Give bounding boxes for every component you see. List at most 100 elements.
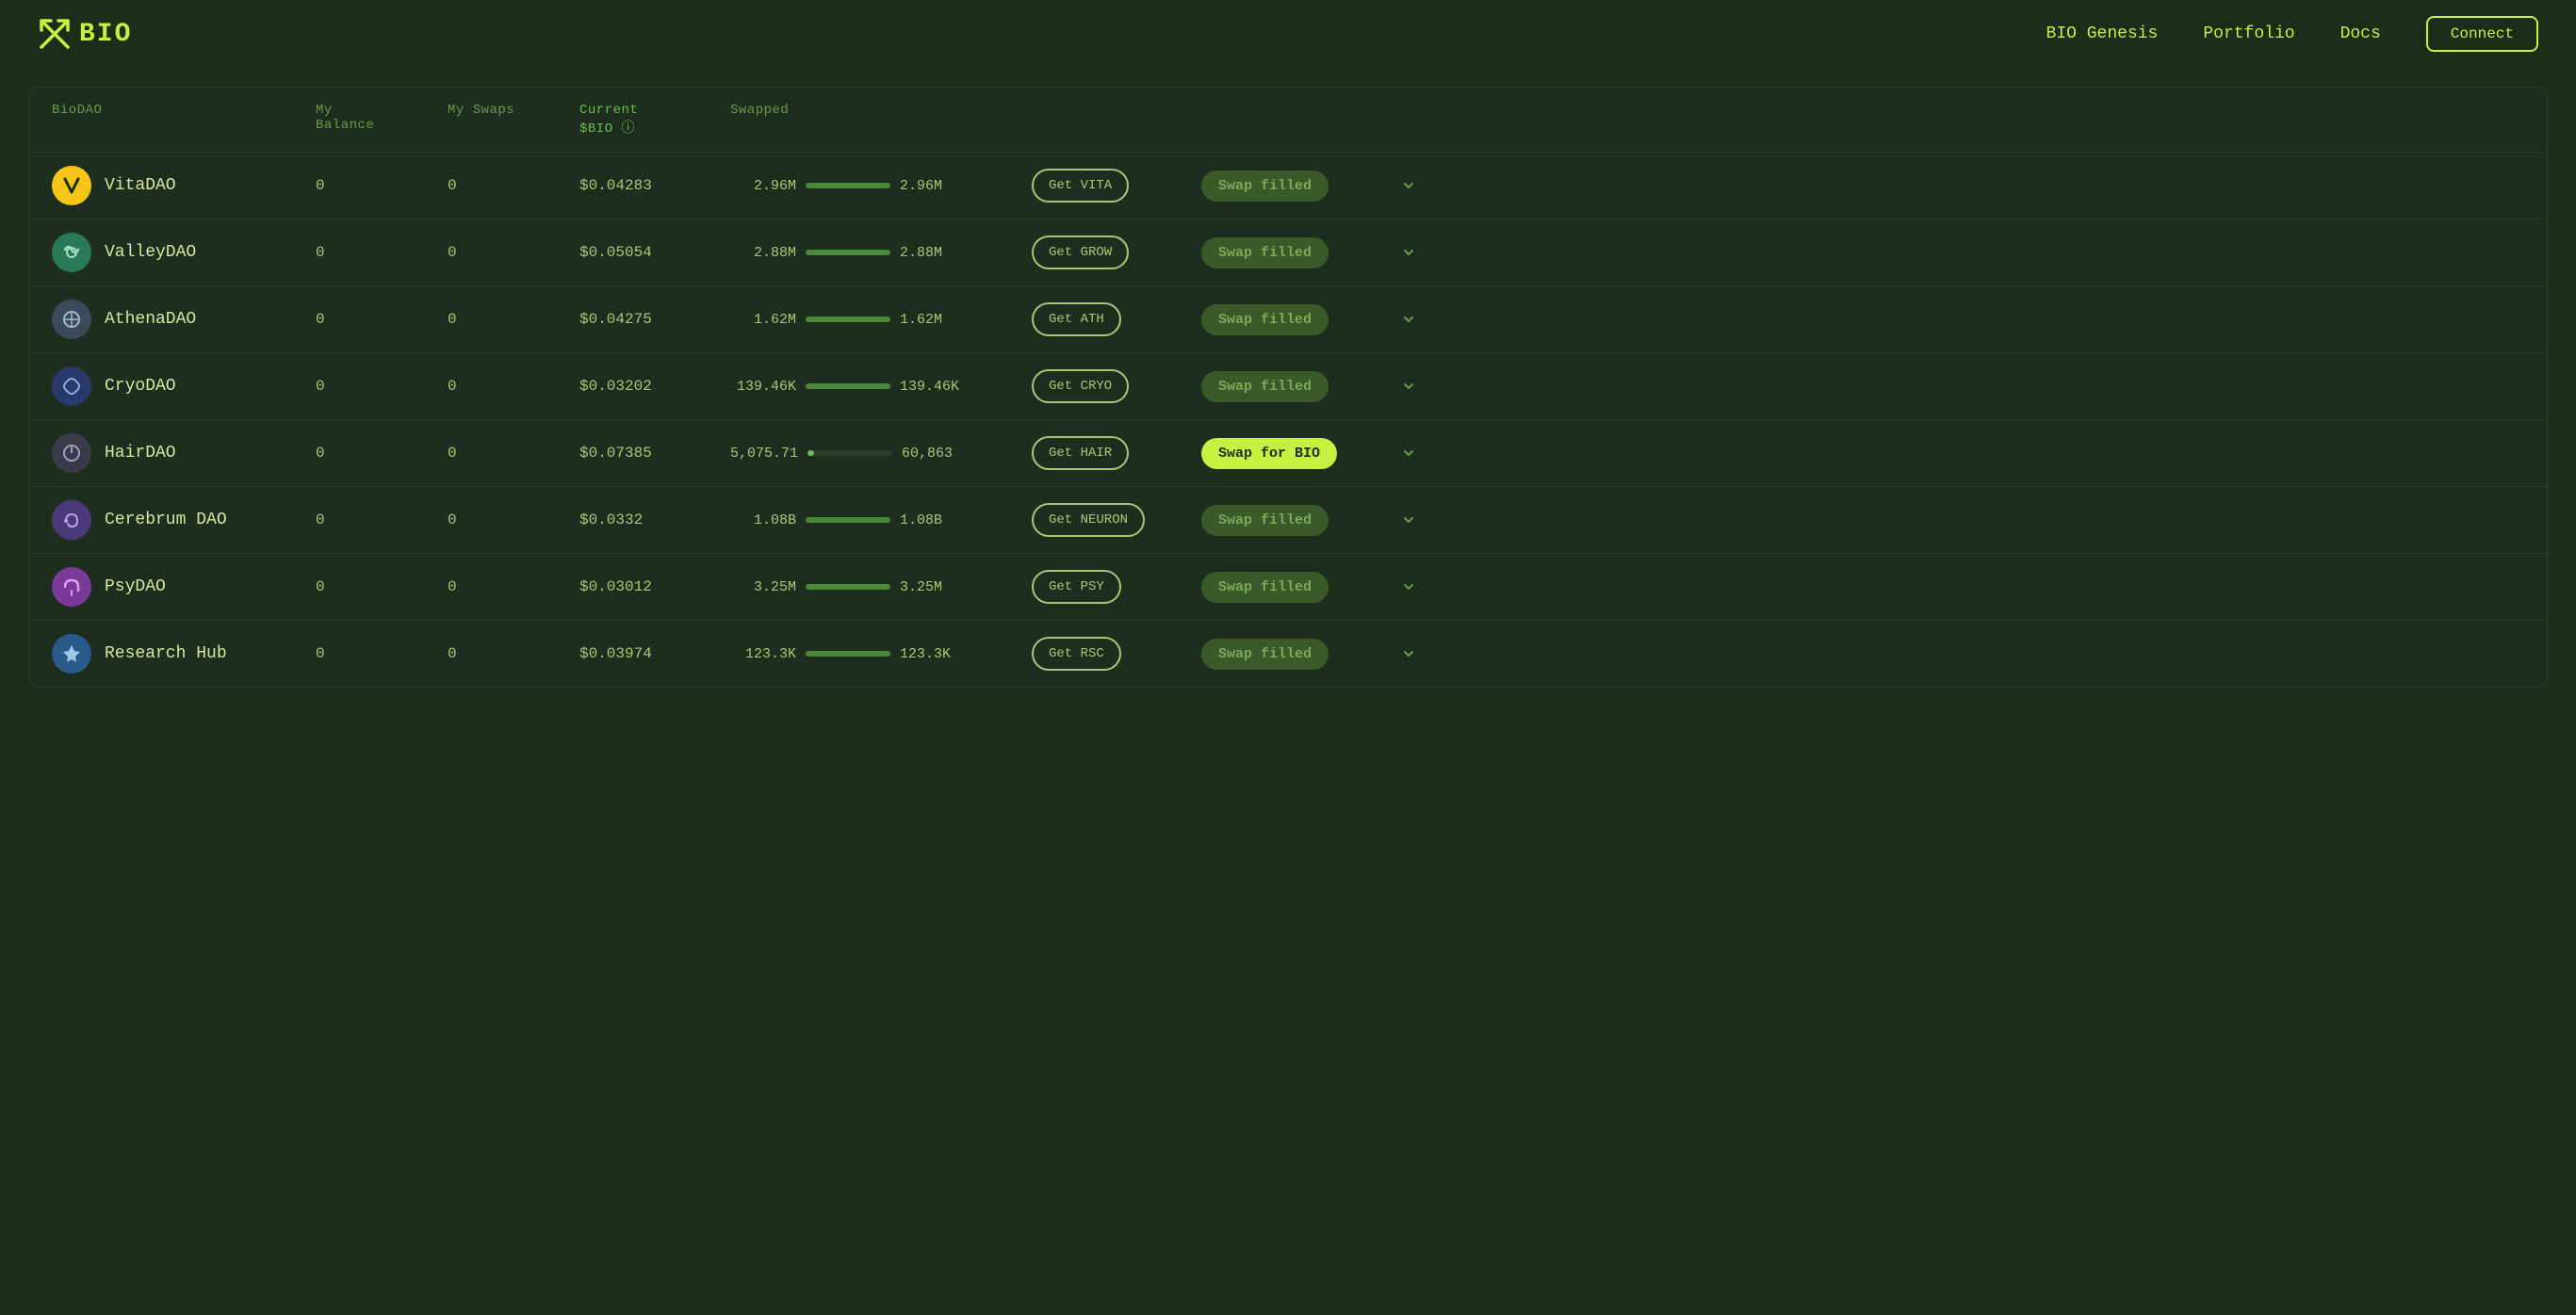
balance-cerebrumdao: 0	[316, 511, 448, 528]
chevron-icon-cryodao	[1401, 379, 1416, 394]
table-row: VitaDAO 0 0 $0.04283 2.96M 2.96M Get VIT…	[29, 152, 2547, 219]
chevron-icon-researchhub	[1401, 646, 1416, 661]
progress-right-cerebrumdao: 1.08B	[900, 512, 966, 528]
price-psydao: $0.03012	[579, 578, 730, 595]
progress-bar-athenadao	[806, 317, 890, 322]
col-expand	[1390, 103, 1427, 137]
get-action-psydao: Get PSY	[1032, 570, 1201, 604]
progress-left-psydao: 3.25M	[730, 579, 796, 595]
col-swapped: Swapped	[730, 103, 1032, 137]
nav-portfolio[interactable]: Portfolio	[2203, 24, 2294, 43]
chevron-icon-cerebrumdao	[1401, 512, 1416, 528]
get-button-valleydao[interactable]: Get GROW	[1032, 235, 1129, 269]
expand-cerebrumdao[interactable]	[1390, 512, 1427, 528]
main-nav: BIO Genesis Portfolio Docs Connect	[2046, 16, 2538, 52]
dao-avatar-valleydao	[52, 233, 91, 272]
get-button-cerebrumdao[interactable]: Get NEURON	[1032, 503, 1145, 537]
get-action-hairdao: Get HAIR	[1032, 436, 1201, 470]
progress-left-cerebrumdao: 1.08B	[730, 512, 796, 528]
swap-button-researchhub[interactable]: Swap filled	[1201, 639, 1329, 670]
col-bio: Current $BIO ⓘ	[579, 103, 730, 137]
expand-researchhub[interactable]	[1390, 646, 1427, 661]
progress-left-hairdao: 5,075.71	[730, 446, 798, 462]
swap-button-athenadao[interactable]: Swap filled	[1201, 304, 1329, 335]
swap-button-cerebrumdao[interactable]: Swap filled	[1201, 505, 1329, 536]
progress-cryodao: 139.46K 139.46K	[730, 379, 1032, 395]
table-row: HairDAO 0 0 $0.07385 5,075.71 60,863 Get…	[29, 419, 2547, 486]
get-button-cryodao[interactable]: Get CRYO	[1032, 369, 1129, 403]
connect-button[interactable]: Connect	[2426, 16, 2538, 52]
get-button-vitadao[interactable]: Get VITA	[1032, 169, 1129, 203]
get-button-hairdao[interactable]: Get HAIR	[1032, 436, 1129, 470]
balance-vitadao: 0	[316, 177, 448, 194]
progress-bar-researchhub	[806, 651, 890, 657]
price-valleydao: $0.05054	[579, 244, 730, 261]
expand-athenadao[interactable]	[1390, 312, 1427, 327]
dao-name-psydao: PsyDAO	[52, 567, 316, 607]
swap-button-hairdao[interactable]: Swap for BIO	[1201, 438, 1337, 469]
progress-fill-vitadao	[806, 183, 890, 188]
logo[interactable]: BIO	[38, 17, 132, 51]
balance-psydao: 0	[316, 578, 448, 595]
dao-avatar-cerebrumdao	[52, 500, 91, 540]
swap-action-hairdao: Swap for BIO	[1201, 438, 1390, 469]
progress-right-athenadao: 1.62M	[900, 312, 966, 328]
progress-bar-valleydao	[806, 250, 890, 255]
progress-fill-valleydao	[806, 250, 890, 255]
progress-right-researchhub: 123.3K	[900, 646, 966, 662]
dao-label-researchhub: Research Hub	[105, 644, 227, 663]
col-swap	[1201, 103, 1390, 137]
get-action-cryodao: Get CRYO	[1032, 369, 1201, 403]
get-button-athenadao[interactable]: Get ATH	[1032, 302, 1121, 336]
logo-text: BIO	[79, 20, 132, 49]
get-button-psydao[interactable]: Get PSY	[1032, 570, 1121, 604]
dao-name-researchhub: Research Hub	[52, 634, 316, 674]
expand-vitadao[interactable]	[1390, 178, 1427, 193]
nav-bio-genesis[interactable]: BIO Genesis	[2046, 24, 2159, 43]
col-balance: My Balance	[316, 103, 448, 137]
swaps-cerebrumdao: 0	[448, 511, 579, 528]
swaps-athenadao: 0	[448, 311, 579, 328]
table-row: PsyDAO 0 0 $0.03012 3.25M 3.25M Get PSY …	[29, 553, 2547, 620]
swaps-researchhub: 0	[448, 645, 579, 662]
swap-button-valleydao[interactable]: Swap filled	[1201, 237, 1329, 268]
progress-vitadao: 2.96M 2.96M	[730, 178, 1032, 194]
get-button-researchhub[interactable]: Get RSC	[1032, 637, 1121, 671]
balance-hairdao: 0	[316, 445, 448, 462]
price-hairdao: $0.07385	[579, 445, 730, 462]
table-row: Cerebrum DAO 0 0 $0.0332 1.08B 1.08B Get…	[29, 486, 2547, 553]
swaps-valleydao: 0	[448, 244, 579, 261]
progress-left-vitadao: 2.96M	[730, 178, 796, 194]
progress-left-athenadao: 1.62M	[730, 312, 796, 328]
col-swaps: My Swaps	[448, 103, 579, 137]
table-row: ValleyDAO 0 0 $0.05054 2.88M 2.88M Get G…	[29, 219, 2547, 285]
chevron-icon-psydao	[1401, 579, 1416, 594]
dao-label-cryodao: CryoDAO	[105, 377, 176, 396]
swap-action-athenadao: Swap filled	[1201, 304, 1390, 335]
swap-button-vitadao[interactable]: Swap filled	[1201, 170, 1329, 202]
expand-cryodao[interactable]	[1390, 379, 1427, 394]
expand-hairdao[interactable]	[1390, 446, 1427, 461]
expand-psydao[interactable]	[1390, 579, 1427, 594]
progress-bar-cryodao	[806, 383, 890, 389]
swap-button-cryodao[interactable]: Swap filled	[1201, 371, 1329, 402]
dao-avatar-researchhub	[52, 634, 91, 674]
swap-button-psydao[interactable]: Swap filled	[1201, 572, 1329, 603]
progress-hairdao: 5,075.71 60,863	[730, 446, 1032, 462]
get-action-cerebrumdao: Get NEURON	[1032, 503, 1201, 537]
dao-name-valleydao: ValleyDAO	[52, 233, 316, 272]
progress-cerebrumdao: 1.08B 1.08B	[730, 512, 1032, 528]
table-header: BioDAO My Balance My Swaps Current $BIO …	[29, 88, 2547, 152]
expand-valleydao[interactable]	[1390, 245, 1427, 260]
progress-left-valleydao: 2.88M	[730, 245, 796, 261]
dao-label-cerebrumdao: Cerebrum DAO	[105, 511, 227, 529]
chevron-icon-valleydao	[1401, 245, 1416, 260]
progress-right-hairdao: 60,863	[902, 446, 968, 462]
price-athenadao: $0.04275	[579, 311, 730, 328]
progress-fill-cerebrumdao	[806, 517, 890, 523]
chevron-icon-athenadao	[1401, 312, 1416, 327]
progress-bar-cerebrumdao	[806, 517, 890, 523]
progress-psydao: 3.25M 3.25M	[730, 579, 1032, 595]
dao-name-cryodao: CryoDAO	[52, 366, 316, 406]
nav-docs[interactable]: Docs	[2340, 24, 2381, 43]
